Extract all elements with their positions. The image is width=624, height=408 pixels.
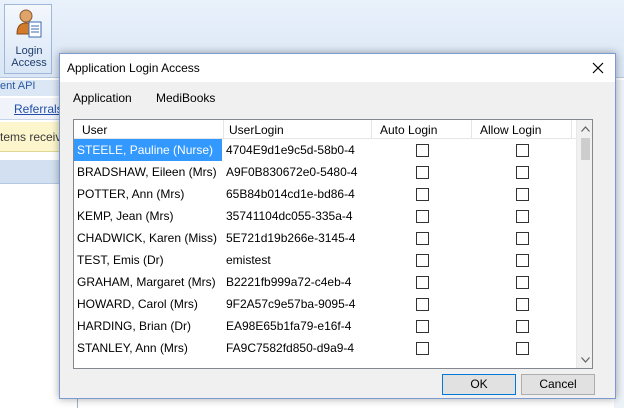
column-header-user[interactable]: User xyxy=(74,120,224,139)
scrollbar-thumb[interactable] xyxy=(581,138,590,160)
userlogin-cell[interactable]: 35741104dc055-335a-4 xyxy=(226,205,372,227)
allow-login-checkbox[interactable] xyxy=(516,188,529,201)
user-cell[interactable]: STEELE, Pauline (Nurse) xyxy=(74,139,222,161)
menu-application[interactable]: Application xyxy=(73,91,132,105)
table-row[interactable]: BRADSHAW, Eileen (Mrs) A9F0B830672e0-5480… xyxy=(74,161,576,183)
userlogin-cell[interactable]: 65B84b014cd1e-bd86-4 xyxy=(226,183,372,205)
grid-header: User UserLogin Auto Login Allow Login xyxy=(74,120,576,139)
column-header-userlogin[interactable]: UserLogin xyxy=(224,120,372,139)
userlogin-cell[interactable]: 9F2A57c9e57ba-9095-4 xyxy=(226,293,372,315)
user-cell[interactable]: GRAHAM, Margaret (Mrs) xyxy=(74,271,222,293)
auto-login-checkbox[interactable] xyxy=(416,166,429,179)
referrals-link[interactable]: Referrals xyxy=(14,102,63,116)
auto-login-checkbox[interactable] xyxy=(416,210,429,223)
dialog-titlebar: Application Login Access xyxy=(60,54,615,82)
login-access-label: Login Access xyxy=(11,45,47,69)
cancel-button[interactable]: Cancel xyxy=(521,374,595,395)
user-cell[interactable]: STANLEY, Ann (Mrs) xyxy=(74,337,222,359)
allow-login-checkbox[interactable] xyxy=(516,166,529,179)
allow-login-checkbox[interactable] xyxy=(516,254,529,267)
user-cell[interactable]: HOWARD, Carol (Mrs) xyxy=(74,293,222,315)
user-document-icon xyxy=(16,9,42,38)
scroll-down-button[interactable] xyxy=(577,351,592,368)
auto-login-checkbox[interactable] xyxy=(416,320,429,333)
auto-login-checkbox[interactable] xyxy=(416,298,429,311)
dialog-title: Application Login Access xyxy=(67,61,200,75)
table-row[interactable]: TEST, Emis (Dr) emistest xyxy=(74,249,576,271)
chevron-down-icon xyxy=(581,356,590,363)
user-cell[interactable]: TEST, Emis (Dr) xyxy=(74,249,222,271)
allow-login-checkbox[interactable] xyxy=(516,298,529,311)
table-row[interactable]: GRAHAM, Margaret (Mrs) B2221fb999a72-c4eb… xyxy=(74,271,576,293)
auto-login-checkbox[interactable] xyxy=(416,342,429,355)
userlogin-cell[interactable]: A9F0B830672e0-5480-4 xyxy=(226,161,372,183)
userlogin-cell[interactable]: EA98E65b1fa79-e16f-4 xyxy=(226,315,372,337)
table-row[interactable]: CHADWICK, Karen (Miss) 5E721d19b266e-3145… xyxy=(74,227,576,249)
table-row[interactable]: POTTER, Ann (Mrs) 65B84b014cd1e-bd86-4 xyxy=(74,183,576,205)
user-cell[interactable]: CHADWICK, Karen (Miss) xyxy=(74,227,222,249)
table-row[interactable]: HOWARD, Carol (Mrs) 9F2A57c9e57ba-9095-4 xyxy=(74,293,576,315)
auto-login-checkbox[interactable] xyxy=(416,254,429,267)
allow-login-checkbox[interactable] xyxy=(516,276,529,289)
chevron-up-icon xyxy=(581,125,590,132)
userlogin-cell[interactable]: 5E721d19b266e-3145-4 xyxy=(226,227,372,249)
userlogin-cell[interactable]: B2221fb999a72-c4eb-4 xyxy=(226,271,372,293)
login-access-ribbon-button[interactable]: Login Access xyxy=(4,4,52,74)
allow-login-checkbox[interactable] xyxy=(516,210,529,223)
user-cell[interactable]: POTTER, Ann (Mrs) xyxy=(74,183,222,205)
user-cell[interactable]: HARDING, Brian (Dr) xyxy=(74,315,222,337)
column-header-auto-login[interactable]: Auto Login xyxy=(372,120,472,139)
table-row[interactable]: STEELE, Pauline (Nurse) 4704E9d1e9c5d-58b… xyxy=(74,139,576,161)
vertical-scrollbar[interactable] xyxy=(576,120,592,368)
table-row[interactable]: KEMP, Jean (Mrs) 35741104dc055-335a-4 xyxy=(74,205,576,227)
scroll-up-button[interactable] xyxy=(577,120,592,137)
column-header-allow-login[interactable]: Allow Login xyxy=(472,120,572,139)
table-row[interactable]: HARDING, Brian (Dr) EA98E65b1fa79-e16f-4 xyxy=(74,315,576,337)
userlogin-cell[interactable]: FA9C7582fd850-d9a9-4 xyxy=(226,337,372,359)
menu-medibooks[interactable]: MediBooks xyxy=(156,91,215,105)
allow-login-checkbox[interactable] xyxy=(516,232,529,245)
userlogin-cell[interactable]: 4704E9d1e9c5d-58b0-4 xyxy=(226,139,372,161)
dialog-menubar: Application MediBooks xyxy=(60,82,615,112)
allow-login-checkbox[interactable] xyxy=(516,342,529,355)
auto-login-checkbox[interactable] xyxy=(416,276,429,289)
allow-login-checkbox[interactable] xyxy=(516,320,529,333)
user-login-grid: User UserLogin Auto Login Allow Login ST… xyxy=(73,119,593,369)
close-button[interactable] xyxy=(581,54,615,82)
user-cell[interactable]: KEMP, Jean (Mrs) xyxy=(74,205,222,227)
user-cell[interactable]: BRADSHAW, Eileen (Mrs) xyxy=(74,161,222,183)
auto-login-checkbox[interactable] xyxy=(416,144,429,157)
table-row[interactable]: STANLEY, Ann (Mrs) FA9C7582fd850-d9a9-4 xyxy=(74,337,576,359)
userlogin-cell[interactable]: emistest xyxy=(226,249,372,271)
ok-button[interactable]: OK xyxy=(442,374,516,395)
application-login-access-dialog: Application Login Access Application Med… xyxy=(59,53,616,399)
allow-login-checkbox[interactable] xyxy=(516,144,529,157)
close-icon xyxy=(592,62,604,74)
auto-login-checkbox[interactable] xyxy=(416,188,429,201)
auto-login-checkbox[interactable] xyxy=(416,232,429,245)
